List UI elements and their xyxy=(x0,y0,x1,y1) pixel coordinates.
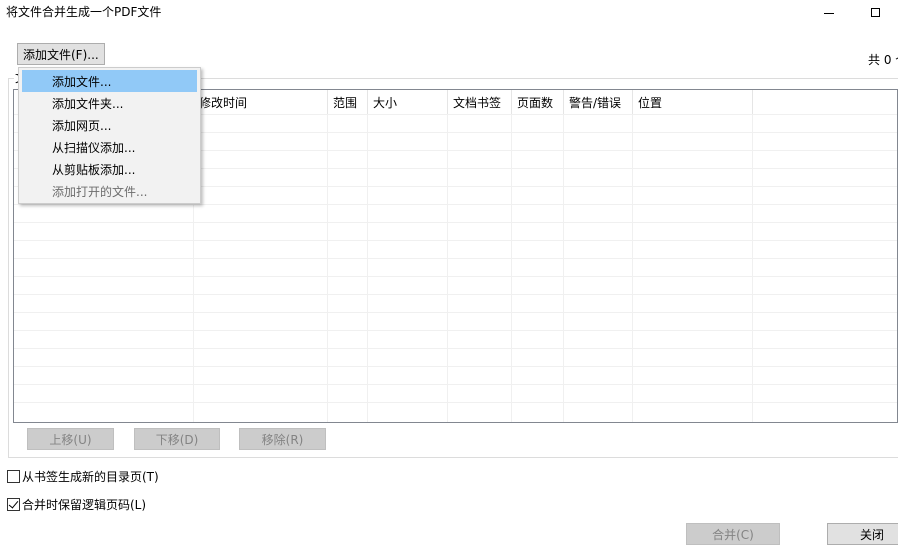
menu-item-add-folder[interactable]: 添加文件夹... xyxy=(22,92,197,114)
grid-line xyxy=(14,276,897,277)
grid-line xyxy=(14,402,897,403)
grid-line xyxy=(14,384,897,385)
minimize-icon xyxy=(824,12,834,14)
maximize-button[interactable] xyxy=(852,0,898,24)
grid-line xyxy=(752,114,753,422)
grid-line xyxy=(14,312,897,313)
grid-line xyxy=(511,114,512,422)
grid-line xyxy=(14,330,897,331)
add-files-menu: 添加文件... 添加文件夹... 添加网页... 从扫描仪添加... 从剪贴板添… xyxy=(18,67,201,204)
checkbox-unchecked-icon xyxy=(7,470,20,483)
grid-line xyxy=(14,348,897,349)
grid-line xyxy=(14,366,897,367)
checkbox-checked-icon xyxy=(7,498,20,511)
maximize-icon xyxy=(870,7,880,17)
add-files-button[interactable]: 添加文件(F)... xyxy=(17,43,105,65)
close-button[interactable]: 关闭 xyxy=(827,523,898,545)
grid-line xyxy=(14,222,897,223)
menu-item-add-from-clipboard[interactable]: 从剪贴板添加... xyxy=(22,158,197,180)
window-title: 将文件合并生成一个PDF文件 xyxy=(6,5,162,19)
merge-pdf-dialog: 将文件合并生成一个PDF文件 添加文件(F)... 共 0 个 文 修改时间 范… xyxy=(0,0,898,548)
move-down-button[interactable]: 下移(D) xyxy=(134,428,220,450)
grid-line xyxy=(14,294,897,295)
menu-item-add-open-files[interactable]: 添加打开的文件... xyxy=(22,180,197,202)
merge-button[interactable]: 合并(C) xyxy=(686,523,780,545)
keep-logical-pages-label: 合并时保留逻辑页码(L) xyxy=(22,498,147,512)
grid-line xyxy=(327,114,328,422)
remove-button[interactable]: 移除(R) xyxy=(239,428,326,450)
file-count: 共 0 个 xyxy=(868,53,898,67)
menu-item-add-webpage[interactable]: 添加网页... xyxy=(22,114,197,136)
column-header-warnings[interactable]: 警告/错误 xyxy=(564,90,633,114)
column-header-location[interactable]: 位置 xyxy=(633,90,753,114)
grid-line xyxy=(632,114,633,422)
grid-line xyxy=(14,204,897,205)
column-header-pages[interactable]: 页面数 xyxy=(512,90,564,114)
menu-item-add-files[interactable]: 添加文件... xyxy=(22,70,197,92)
column-header-size[interactable]: 大小 xyxy=(368,90,448,114)
grid-line xyxy=(367,114,368,422)
keep-logical-pages-checkbox[interactable]: 合并时保留逻辑页码(L) xyxy=(7,496,146,513)
grid-line xyxy=(563,114,564,422)
grid-line xyxy=(14,258,897,259)
generate-toc-label: 从书签生成新的目录页(T) xyxy=(22,470,159,484)
generate-toc-checkbox[interactable]: 从书签生成新的目录页(T) xyxy=(7,468,159,485)
grid-line xyxy=(447,114,448,422)
menu-item-add-from-scanner[interactable]: 从扫描仪添加... xyxy=(22,136,197,158)
column-header-modified[interactable]: 修改时间 xyxy=(194,90,328,114)
move-up-button[interactable]: 上移(U) xyxy=(27,428,114,450)
column-header-bookmarks[interactable]: 文档书签 xyxy=(448,90,512,114)
column-header-range[interactable]: 范围 xyxy=(328,90,368,114)
minimize-button[interactable] xyxy=(806,0,852,24)
grid-line xyxy=(14,240,897,241)
